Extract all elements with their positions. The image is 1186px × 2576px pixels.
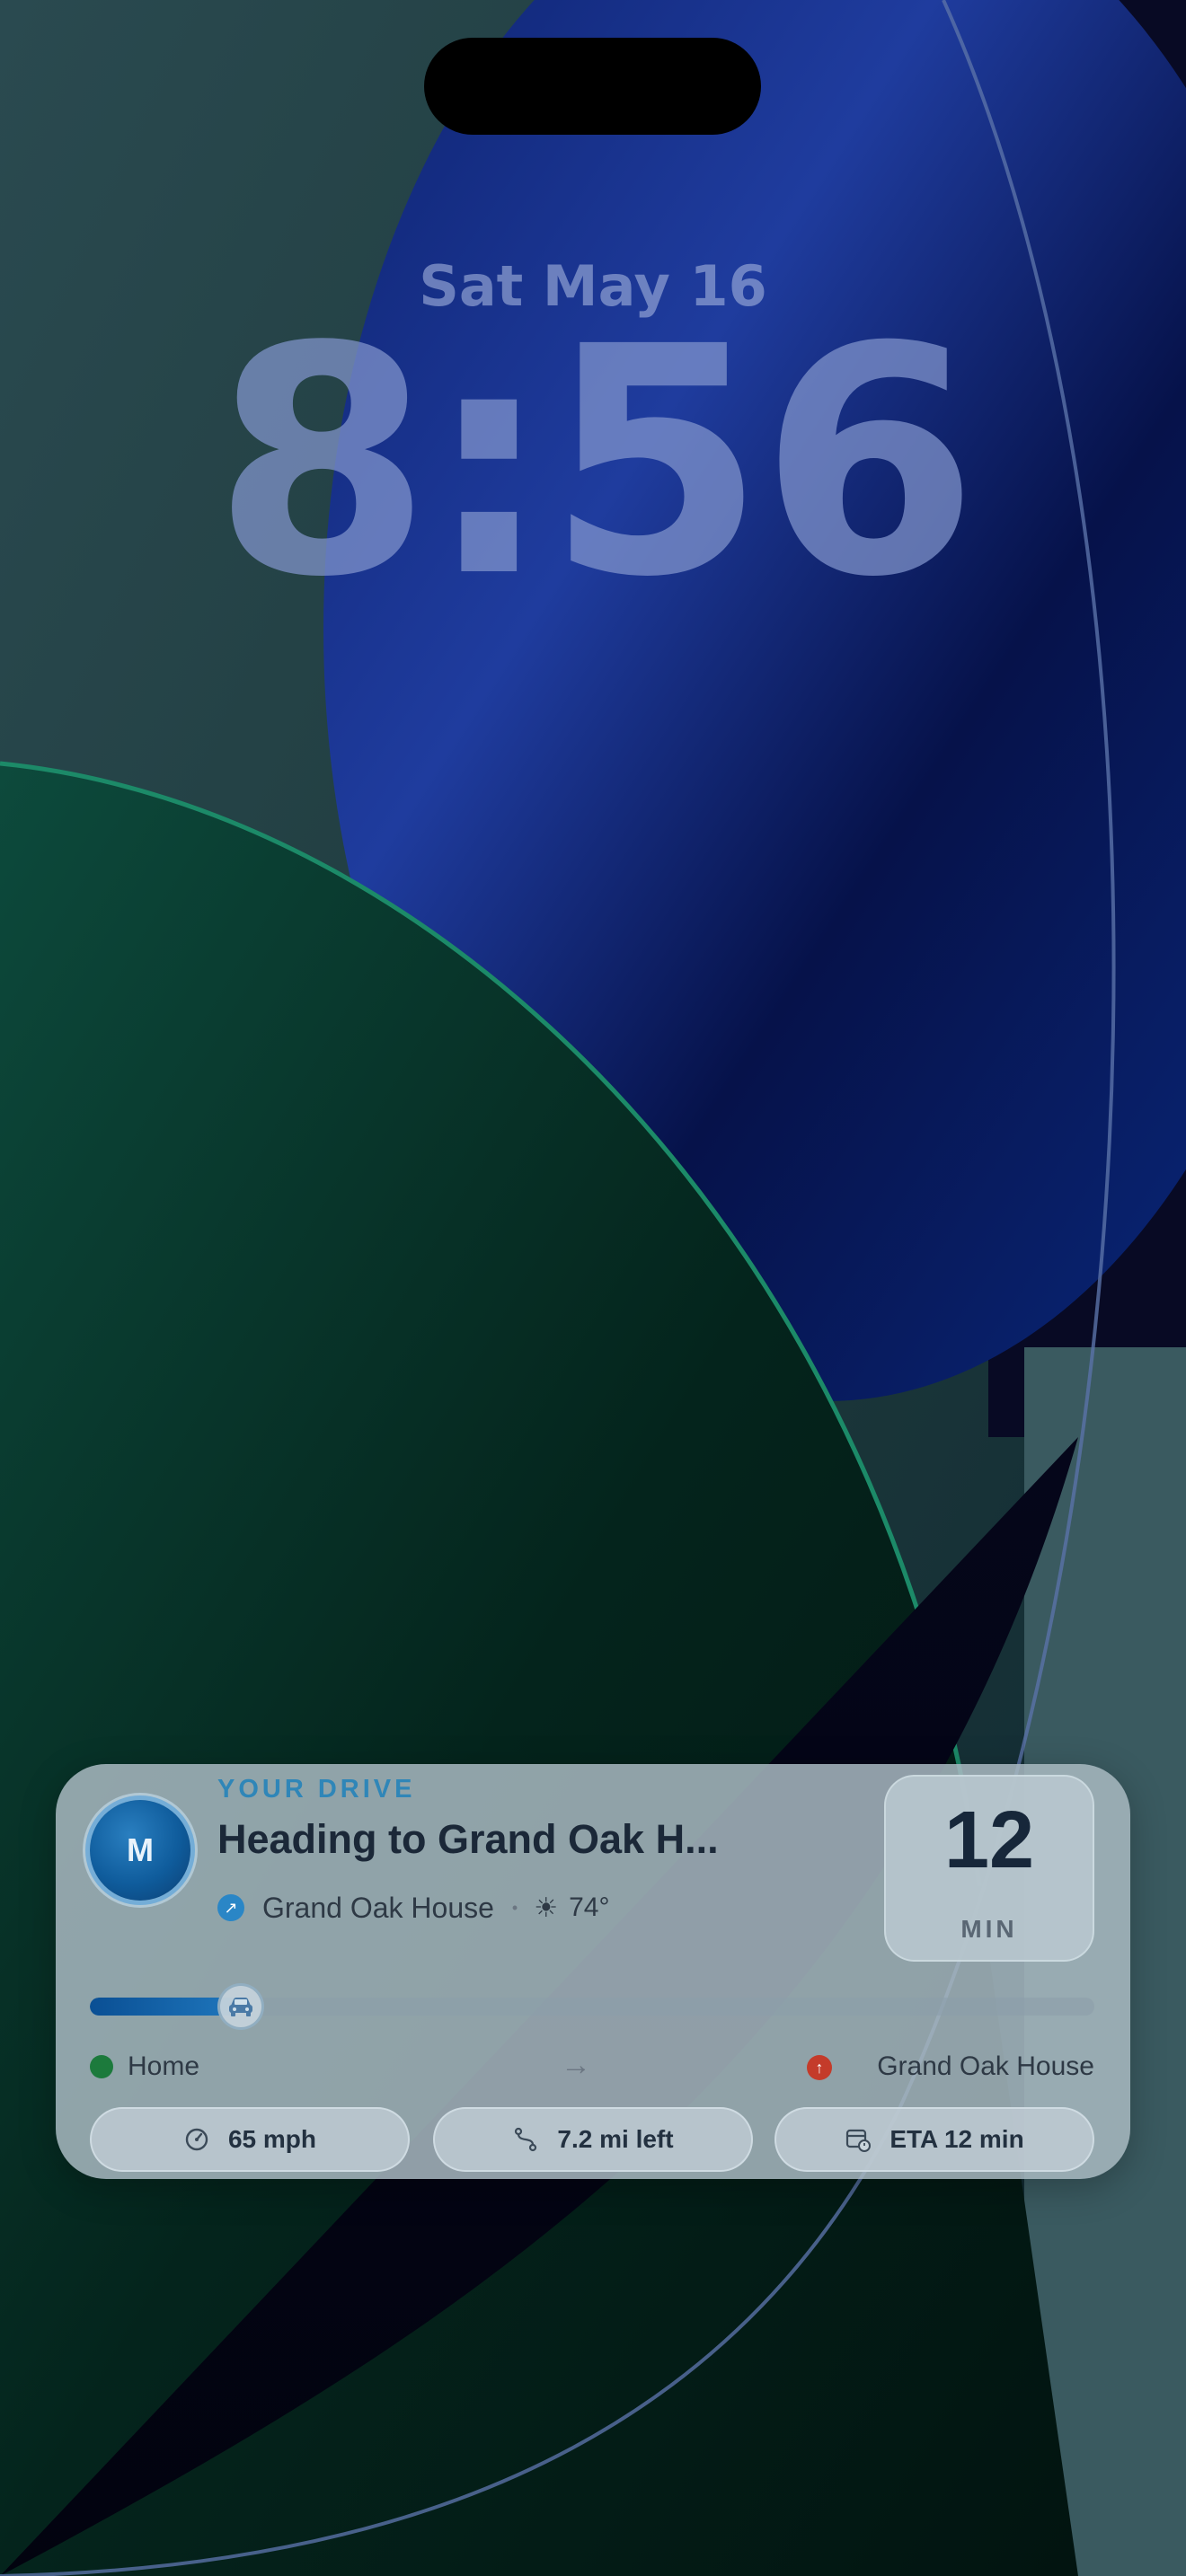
activity-title: Heading to Grand Oak H... <box>217 1816 719 1862</box>
dynamic-island <box>424 38 761 135</box>
destination-label: Grand Oak House <box>877 2051 1094 2081</box>
route-icon <box>515 2127 537 2152</box>
eta-minutes-unit: MIN <box>960 1915 1018 1943</box>
avatar: M <box>90 1800 190 1901</box>
sun-icon: ☀ <box>534 1892 559 1923</box>
live-activity-card[interactable]: M YOUR DRIVE Heading to Grand Oak H... ↗… <box>56 1764 1130 2179</box>
temperature: 74° <box>569 1892 610 1922</box>
navigation-arrow-icon: ↗ <box>217 1894 244 1921</box>
activity-meta: ↗ Grand Oak House • ☀ 74° <box>217 1890 610 1926</box>
calendar-clock-icon <box>846 2129 872 2152</box>
arrow-right-icon: → <box>561 2048 591 2082</box>
meta-destination: Grand Oak House <box>262 1891 494 1924</box>
eta-label: ETA 12 min <box>890 2125 1024 2153</box>
destination-pin-icon: ↑ <box>807 2055 832 2080</box>
distance-label: 7.2 mi left <box>557 2125 674 2153</box>
lock-screen-time: 8:56 <box>212 279 979 646</box>
route-endpoints: Home → ↑ Grand Oak House <box>90 2048 1094 2084</box>
origin-label: Home <box>128 2051 200 2081</box>
car-icon <box>217 1983 264 2030</box>
eta-minutes-box: 12 MIN <box>884 1775 1094 1962</box>
origin-dot-icon <box>90 2055 113 2078</box>
activity-eyebrow: YOUR DRIVE <box>217 1775 416 1804</box>
eta-minutes-value: 12 <box>943 1795 1035 1885</box>
speed-label: 65 mph <box>227 2125 317 2153</box>
meta-separator: • <box>511 1898 518 1917</box>
speedometer-icon <box>185 2128 208 2151</box>
eta-chip: ETA 12 min <box>774 2107 1094 2172</box>
distance-chip: 7.2 mi left <box>433 2107 753 2172</box>
speed-chip: 65 mph <box>90 2107 410 2172</box>
